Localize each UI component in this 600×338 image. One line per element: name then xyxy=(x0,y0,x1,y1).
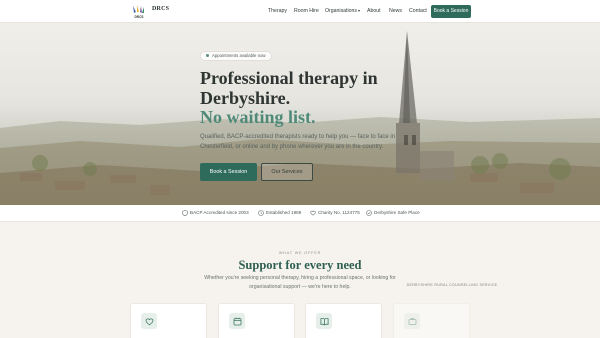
service-card-training[interactable] xyxy=(305,303,382,338)
shield-icon xyxy=(182,210,188,216)
section-title: Support for every need xyxy=(238,258,362,272)
spire-illustration xyxy=(396,31,454,181)
hero-book-session-button[interactable]: Book a Session xyxy=(200,163,257,181)
calendar-icon xyxy=(233,317,241,325)
brand-name: DRCS xyxy=(152,6,170,12)
trust-item-established: Established 1989 xyxy=(258,210,301,216)
briefcase-icon xyxy=(408,317,416,325)
trust-item-charity-label: Charity No. 1124775 xyxy=(318,210,360,216)
heart-icon xyxy=(310,210,316,216)
status-dot-icon xyxy=(206,54,209,58)
nav-item-contact[interactable]: Contact xyxy=(409,8,427,14)
section-eyebrow: WHAT WE OFFER xyxy=(278,251,322,255)
hero: Appointments available now Professional … xyxy=(0,23,600,205)
clock-icon xyxy=(258,210,264,216)
service-card-icon-box xyxy=(229,313,245,329)
trust-item-established-label: Established 1989 xyxy=(266,210,302,216)
nav-item-about[interactable]: About xyxy=(367,8,381,14)
service-card-organisations[interactable] xyxy=(393,303,470,338)
logo-text: DRCS xyxy=(134,15,143,19)
nav-book-session-button[interactable]: Book a Session xyxy=(431,4,471,18)
logo[interactable]: DRCS xyxy=(130,4,148,19)
service-card-icon-box xyxy=(141,313,157,329)
nav-item-news[interactable]: News xyxy=(389,8,402,14)
logo-mark-icon: DRCS xyxy=(133,5,144,19)
top-navigation: DRCS DRCS DERBYSHIRE RURAL COUNSELLING S… xyxy=(0,0,600,287)
availability-badge-label: Appointments available now xyxy=(212,53,266,58)
hero-title-line2: Derbyshire. xyxy=(200,87,291,108)
book-icon xyxy=(320,317,328,326)
hero-our-services-button[interactable]: Our Services xyxy=(261,163,313,181)
trust-item-safe-place: Derbyshire Safe Place xyxy=(366,210,420,216)
hero-title-accent: No waiting list. xyxy=(200,107,316,127)
nav-item-room-hire[interactable]: Room Hire xyxy=(294,8,319,14)
hero-title: Professional therapy in Derbyshire. No w… xyxy=(200,68,378,128)
trust-item-charity: Charity No. 1124775 xyxy=(310,210,360,216)
chevron-down-icon: ▾ xyxy=(358,8,361,13)
trust-item-bacp: BACP Accredited since 2003 xyxy=(182,210,249,216)
check-circle-icon xyxy=(366,210,372,216)
section-subtitle: Whether you're seeking personal therapy,… xyxy=(204,275,396,290)
service-card-therapy[interactable] xyxy=(130,303,207,338)
service-card-room-hire[interactable] xyxy=(218,303,295,338)
trust-item-safe-place-label: Derbyshire Safe Place xyxy=(374,210,420,216)
brand[interactable]: DRCS DERBYSHIRE RURAL COUNSELLING SERVIC… xyxy=(152,6,497,287)
nav-item-organisations[interactable]: Organisations▾ xyxy=(325,8,360,14)
trust-bar: BACP Accredited since 2003 Established 1… xyxy=(0,205,600,222)
service-card-icon-box xyxy=(404,313,420,329)
nav-item-therapy[interactable]: Therapy xyxy=(268,8,287,14)
hero-description: Qualified, BACP-accredited therapists re… xyxy=(200,134,396,150)
hero-title-line1: Professional therapy in xyxy=(200,68,378,88)
trust-item-bacp-label: BACP Accredited since 2003 xyxy=(190,210,249,216)
heart-icon xyxy=(145,317,153,325)
nav-item-organisations-label: Organisations xyxy=(325,8,358,14)
availability-badge: Appointments available now xyxy=(200,51,272,61)
service-card-icon-box xyxy=(316,313,332,329)
